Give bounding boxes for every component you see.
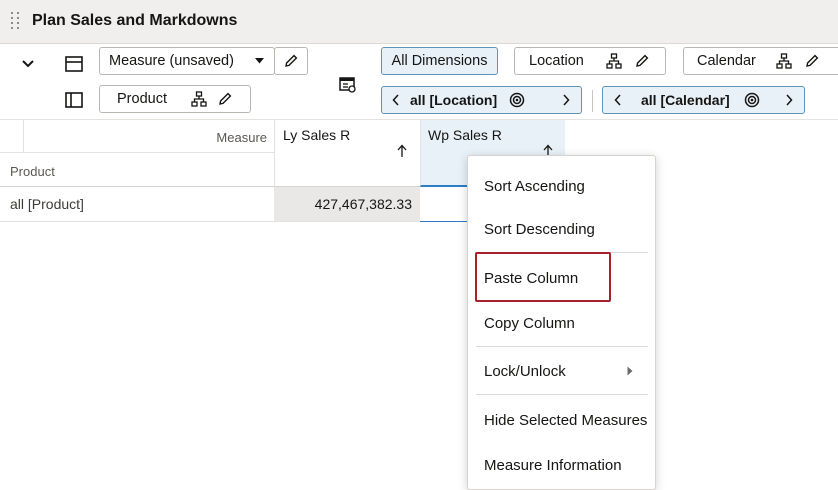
view-toolbar: Measure (unsaved) Product All Dimensions… (0, 44, 838, 120)
measure-header-cell: Measure (0, 120, 274, 153)
pencil-icon[interactable] (804, 53, 820, 69)
next-location-chevron-right-icon[interactable] (551, 94, 581, 106)
menu-separator (476, 394, 648, 395)
all-dimensions-label: All Dimensions (391, 53, 488, 69)
product-tile-label: Product (117, 91, 167, 107)
submenu-caret-right-icon (627, 366, 633, 376)
location-tile-label: Location (529, 53, 584, 69)
arrow-up-icon[interactable] (397, 144, 407, 158)
calendar-tile-label: Calendar (697, 53, 756, 69)
cell-value: 427,467,382.33 (314, 196, 412, 212)
calendar-navigator: all [Calendar] (602, 86, 805, 114)
target-icon[interactable] (744, 92, 760, 108)
drag-handle-icon[interactable] (10, 12, 22, 32)
column-header-ly-sales-r[interactable]: Ly Sales R (274, 120, 420, 187)
measure-dropdown[interactable]: Measure (unsaved) (99, 47, 275, 75)
next-calendar-chevron-right-icon[interactable] (774, 94, 804, 106)
columns-layout-icon[interactable] (60, 86, 88, 114)
panel-title: Plan Sales and Markdowns (32, 12, 238, 29)
menu-item-sort-descending[interactable]: Sort Descending (484, 221, 595, 238)
menu-separator (476, 346, 648, 347)
hierarchy-icon[interactable] (606, 53, 622, 69)
target-icon[interactable] (509, 92, 525, 108)
row-header-cell[interactable]: all [Product] (0, 187, 274, 222)
menu-item-hide-selected-measures[interactable]: Hide Selected Measures (484, 412, 647, 429)
pivot-view-icon[interactable] (336, 72, 360, 98)
location-navigator: all [Location] (381, 86, 582, 114)
measure-header-label: Measure (216, 130, 267, 145)
calendar-dimension-tile[interactable]: Calendar (683, 47, 838, 75)
menu-item-sort-ascending[interactable]: Sort Ascending (484, 178, 585, 195)
highlight-box (475, 252, 611, 302)
product-header-label: Product (10, 164, 55, 179)
pencil-icon[interactable] (217, 91, 233, 107)
data-grid: Measure Product Ly Sales R Wp Sales R al… (0, 120, 838, 485)
hierarchy-icon[interactable] (776, 53, 792, 69)
location-dimension-tile[interactable]: Location (514, 47, 666, 75)
caret-down-icon (255, 58, 264, 64)
menu-item-measure-information[interactable]: Measure Information (484, 457, 622, 474)
product-header-cell: Product (0, 153, 274, 187)
edit-measure-button[interactable] (274, 47, 308, 75)
column-header-label: Wp Sales R (428, 127, 502, 143)
previous-calendar-chevron-left-icon[interactable] (603, 94, 633, 106)
column-header-label: Ly Sales R (283, 127, 351, 143)
panel-title-bar: Plan Sales and Markdowns (0, 0, 838, 44)
hierarchy-icon[interactable] (191, 91, 207, 107)
rows-layout-icon[interactable] (60, 50, 88, 78)
menu-item-copy-column[interactable]: Copy Column (484, 315, 575, 332)
table-cell[interactable] (420, 187, 468, 222)
location-navigator-value[interactable]: all [Location] (410, 92, 497, 108)
calendar-navigator-value[interactable]: all [Calendar] (641, 92, 730, 108)
row-header-label: all [Product] (10, 196, 84, 212)
table-cell[interactable]: 427,467,382.33 (274, 187, 420, 222)
collapse-chevron-icon[interactable] (14, 50, 42, 78)
measure-dropdown-label: Measure (unsaved) (109, 53, 234, 69)
previous-location-chevron-left-icon[interactable] (382, 94, 410, 106)
all-dimensions-button[interactable]: All Dimensions (381, 47, 498, 75)
column-context-menu: Sort Ascending Sort Descending Paste Col… (467, 155, 656, 490)
pencil-icon[interactable] (634, 53, 650, 69)
menu-item-lock-unlock[interactable]: Lock/Unlock (484, 363, 566, 380)
toolbar-divider (592, 90, 593, 112)
product-dimension-tile[interactable]: Product (99, 85, 251, 113)
pencil-icon (285, 54, 298, 67)
